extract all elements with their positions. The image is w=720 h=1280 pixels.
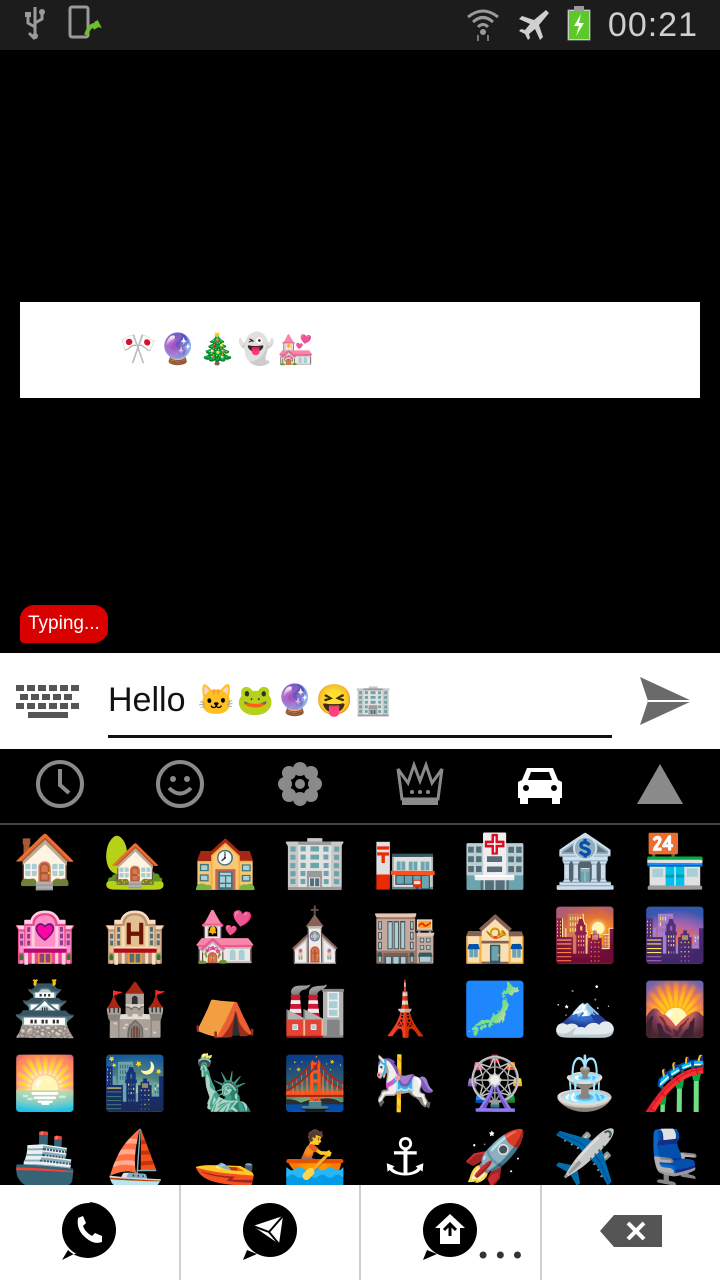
emoji-key[interactable]: 🌄 bbox=[630, 973, 720, 1047]
chat-area: 😝 😄 😛 🎌 🔮 🎄 👻 💒 Typing... bbox=[0, 50, 720, 653]
emoji-key[interactable]: 🏤 bbox=[450, 899, 540, 973]
emoji-key[interactable]: 🌉 bbox=[270, 1047, 360, 1121]
clock-time: 00:21 bbox=[607, 5, 698, 44]
typing-indicator: Typing... bbox=[20, 605, 108, 643]
input-emoji: 🔮 bbox=[276, 683, 314, 717]
emoji-key[interactable]: 🗽 bbox=[180, 1047, 270, 1121]
emoji-key[interactable]: 🗾 bbox=[450, 973, 540, 1047]
tab-symbols[interactable] bbox=[600, 749, 720, 823]
tab-recent[interactable] bbox=[0, 749, 120, 823]
emoji-key[interactable]: 🏨 bbox=[90, 899, 180, 973]
bottom-nav: ••• bbox=[0, 1185, 720, 1280]
emoji-key[interactable]: 🗼 bbox=[360, 973, 450, 1047]
backspace-button[interactable] bbox=[542, 1185, 720, 1280]
status-bar: 00:21 bbox=[0, 0, 720, 50]
sent-emoji: 🎄 bbox=[198, 332, 236, 367]
mail-button[interactable] bbox=[181, 1185, 361, 1280]
emoji-grid: 🏠 🏡 🏫 🏢 🏣 🏥 🏦 🏪 🏩 🏨 💒 ⛪ 🏬 🏤 🌇 🌆 🏯 🏰 ⛺ 🏭 🗼 🗾 🗻 🌄 🌅 🌃 🗽 🌉 🎠 🎡 ⛲ 🎢 🚢 ⛵ 🚤 🚣 ⚓ 🚀 ✈️… bbox=[0, 825, 720, 1185]
emoji-key[interactable]: ✈️ bbox=[540, 1121, 630, 1185]
home-button[interactable]: ••• bbox=[361, 1185, 542, 1280]
compose-bar: Hello 🐱 🐸 🔮 😝 🏢 bbox=[0, 653, 720, 749]
wifi-icon bbox=[466, 5, 500, 45]
sent-emoji: 😝 bbox=[20, 332, 52, 367]
send-icon[interactable] bbox=[636, 673, 696, 729]
emoji-key[interactable]: 🏯 bbox=[0, 973, 90, 1047]
emoji-key[interactable]: ⛵ bbox=[90, 1121, 180, 1185]
mail-icon bbox=[239, 1200, 301, 1266]
emoji-key[interactable]: 🎡 bbox=[450, 1047, 540, 1121]
emoji-key[interactable]: 🌇 bbox=[540, 899, 630, 973]
backspace-icon bbox=[598, 1213, 664, 1253]
more-dots-icon: ••• bbox=[476, 1242, 528, 1270]
sent-emoji: 😄 bbox=[53, 332, 85, 367]
emoji-key[interactable]: 🎢 bbox=[630, 1047, 720, 1121]
car-icon bbox=[514, 762, 566, 810]
emoji-key[interactable]: 🏢 bbox=[270, 825, 360, 899]
smiley-icon bbox=[155, 759, 205, 813]
input-emoji: 😝 bbox=[315, 683, 353, 717]
home-icon bbox=[419, 1200, 481, 1266]
emoji-key[interactable]: 🏪 bbox=[630, 825, 720, 899]
keyboard-icon[interactable] bbox=[14, 683, 82, 719]
emoji-key[interactable]: 🗻 bbox=[540, 973, 630, 1047]
input-emoji: 🐸 bbox=[236, 683, 275, 717]
sent-emoji: 🎌 bbox=[119, 332, 158, 367]
emoji-key[interactable]: 🏣 bbox=[360, 825, 450, 899]
tab-faces[interactable] bbox=[120, 749, 240, 823]
flower-icon bbox=[275, 759, 325, 813]
sent-emoji: 🔮 bbox=[159, 332, 197, 367]
emoji-key[interactable]: 🏩 bbox=[0, 899, 90, 973]
emoji-key[interactable]: 🌆 bbox=[630, 899, 720, 973]
emoji-key[interactable]: 🚤 bbox=[180, 1121, 270, 1185]
emoji-key[interactable]: 🚀 bbox=[450, 1121, 540, 1185]
emoji-key[interactable]: 💺 bbox=[630, 1121, 720, 1185]
emoji-key[interactable]: 🏦 bbox=[540, 825, 630, 899]
emoji-key[interactable]: 🏥 bbox=[450, 825, 540, 899]
emoji-key[interactable]: ⛪ bbox=[270, 899, 360, 973]
crown-icon bbox=[394, 759, 446, 813]
tab-objects[interactable] bbox=[360, 749, 480, 823]
emoji-key[interactable]: ⚓ bbox=[360, 1121, 450, 1185]
usb-icon bbox=[22, 5, 48, 45]
emoji-key[interactable]: 🚢 bbox=[0, 1121, 90, 1185]
input-emoji: 🏢 bbox=[354, 683, 393, 717]
message-text: Hello bbox=[108, 680, 186, 719]
emoji-key[interactable]: 🚣 bbox=[270, 1121, 360, 1185]
battery-charging-icon bbox=[566, 5, 592, 45]
emoji-key[interactable]: 🏭 bbox=[270, 973, 360, 1047]
emoji-key[interactable]: 🏰 bbox=[90, 973, 180, 1047]
emoji-key[interactable]: 💒 bbox=[180, 899, 270, 973]
airplane-icon bbox=[516, 6, 550, 44]
phone-update-icon bbox=[66, 5, 102, 45]
phone-button[interactable] bbox=[0, 1185, 181, 1280]
emoji-key[interactable]: 🏫 bbox=[180, 825, 270, 899]
emoji-key[interactable]: 🏬 bbox=[360, 899, 450, 973]
clock-icon bbox=[35, 759, 85, 813]
emoji-key[interactable]: 🏠 bbox=[0, 825, 90, 899]
sent-message-bubble: 😝 😄 😛 🎌 🔮 🎄 👻 💒 bbox=[20, 302, 700, 398]
tab-nature[interactable] bbox=[240, 749, 360, 823]
phone-icon bbox=[58, 1200, 120, 1266]
input-emoji: 🐱 bbox=[197, 683, 235, 717]
emoji-key[interactable]: 🏡 bbox=[90, 825, 180, 899]
emoji-key[interactable]: 🎠 bbox=[360, 1047, 450, 1121]
message-input[interactable]: Hello 🐱 🐸 🔮 😝 🏢 bbox=[108, 665, 612, 738]
triangle-icon bbox=[635, 762, 685, 810]
sent-emoji: 👻 bbox=[237, 332, 276, 367]
emoji-category-tabs bbox=[0, 749, 720, 825]
emoji-key[interactable]: 🌃 bbox=[90, 1047, 180, 1121]
emoji-key[interactable]: ⛺ bbox=[180, 973, 270, 1047]
sent-emoji: 😛 bbox=[86, 332, 118, 367]
sent-emoji: 💒 bbox=[277, 332, 315, 367]
emoji-key[interactable]: 🌅 bbox=[0, 1047, 90, 1121]
tab-places[interactable] bbox=[480, 749, 600, 823]
emoji-key[interactable]: ⛲ bbox=[540, 1047, 630, 1121]
